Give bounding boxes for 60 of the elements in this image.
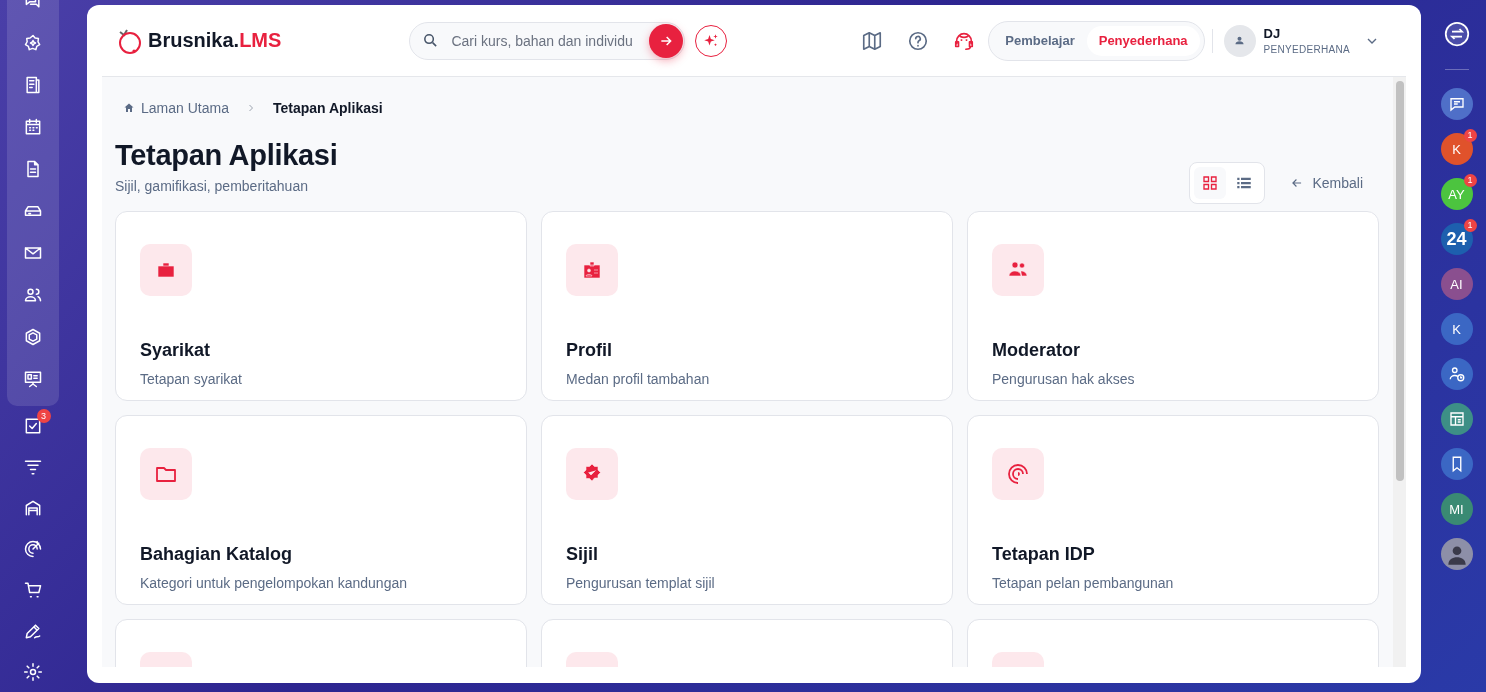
role-tab[interactable]: Pembelajar — [993, 25, 1087, 56]
card-title: Bahagian Katalog — [140, 544, 294, 565]
card-description: Tetapan pelan pembangunan — [992, 575, 1175, 591]
chat-avatar[interactable] — [1440, 448, 1473, 480]
map-icon[interactable] — [861, 29, 884, 52]
count-badge: 1 — [1463, 129, 1477, 142]
card-icon — [1006, 462, 1030, 486]
grid-view-button[interactable] — [1194, 167, 1227, 199]
chat-avatar[interactable] — [1440, 88, 1473, 120]
chat-icon — [1447, 95, 1466, 113]
avatar[interactable] — [1223, 24, 1256, 57]
submit-button[interactable] — [649, 23, 684, 58]
card-description: Medan profil tambahan — [566, 371, 711, 387]
user-role: PENYEDERHANA — [1263, 44, 1350, 55]
chat-icon — [1447, 365, 1466, 383]
sidebar-icon — [22, 33, 43, 53]
count-badge: 3 — [36, 409, 51, 423]
search-input[interactable]: Cari kurs, bahan dan individu — [449, 31, 642, 50]
sidebar-icon — [22, 369, 43, 389]
card-title: Tetapan IDP — [992, 544, 1096, 565]
card-title: Syarikat — [140, 340, 212, 361]
role-tab[interactable]: Penyederhana — [1086, 25, 1200, 56]
card-title: Moderator — [992, 340, 1081, 361]
scrollbar-thumb[interactable] — [1395, 81, 1404, 481]
settings-card[interactable]: Sijil Pengurusan templat sijil — [541, 415, 953, 605]
chat-avatar[interactable]: AI — [1440, 268, 1473, 300]
chat-avatar[interactable] — [1440, 358, 1473, 390]
grid-icon — [1201, 174, 1220, 192]
settings-card[interactable]: Moderator Pengurusan hak akses — [967, 211, 1379, 401]
chat-avatar[interactable]: MI — [1440, 493, 1473, 525]
sparkle-button[interactable] — [695, 24, 728, 57]
settings-card[interactable]: Tetapan IDP Tetapan pelan pembangunan — [967, 415, 1379, 605]
logo-text: Brusnika.LMS — [148, 29, 282, 52]
settings-card[interactable]: Bahagian Katalog Kategori untuk pengelompokan kandungan — [115, 415, 527, 605]
back-link[interactable]: Kembali — [1290, 175, 1363, 191]
chat-avatar[interactable] — [1440, 403, 1473, 435]
settings-card[interactable]: Syarikat Tetapan syarikat — [115, 211, 527, 401]
help-icon[interactable] — [907, 29, 930, 52]
card-description: Kategori untuk pengelompokan kandungan — [140, 575, 408, 591]
count-badge: 1 — [1463, 219, 1477, 232]
sidebar-icon — [22, 539, 43, 559]
card-title: Sijil — [566, 544, 599, 565]
settings-card[interactable]: Profil Medan profil tambahan — [541, 211, 953, 401]
card-description: Tetapan syarikat — [140, 371, 243, 387]
page-title: Tetapan Aplikasi — [115, 139, 338, 172]
user-name: DJ — [1263, 26, 1282, 41]
breadcrumb-link[interactable]: Laman Utama — [141, 100, 229, 116]
search-icon — [422, 32, 440, 49]
count-badge: 1 — [1463, 174, 1477, 187]
home-icon — [123, 102, 135, 114]
card-description: Pengurusan hak akses — [992, 371, 1136, 387]
chat-icon — [1447, 410, 1466, 428]
card-description: Pengurusan templat sijil — [566, 575, 716, 591]
card-title: Profil — [566, 340, 613, 361]
chat-avatar[interactable]: K — [1440, 313, 1473, 345]
page-subtitle: Sijil, gamifikasi, pemberitahuan — [115, 178, 309, 194]
sidebar-icon — [22, 285, 43, 305]
sidebar-item[interactable]: 3 — [12, 406, 53, 447]
sidebar-icon — [22, 661, 43, 682]
current-page-label: Tetapan Aplikasi — [272, 100, 383, 116]
